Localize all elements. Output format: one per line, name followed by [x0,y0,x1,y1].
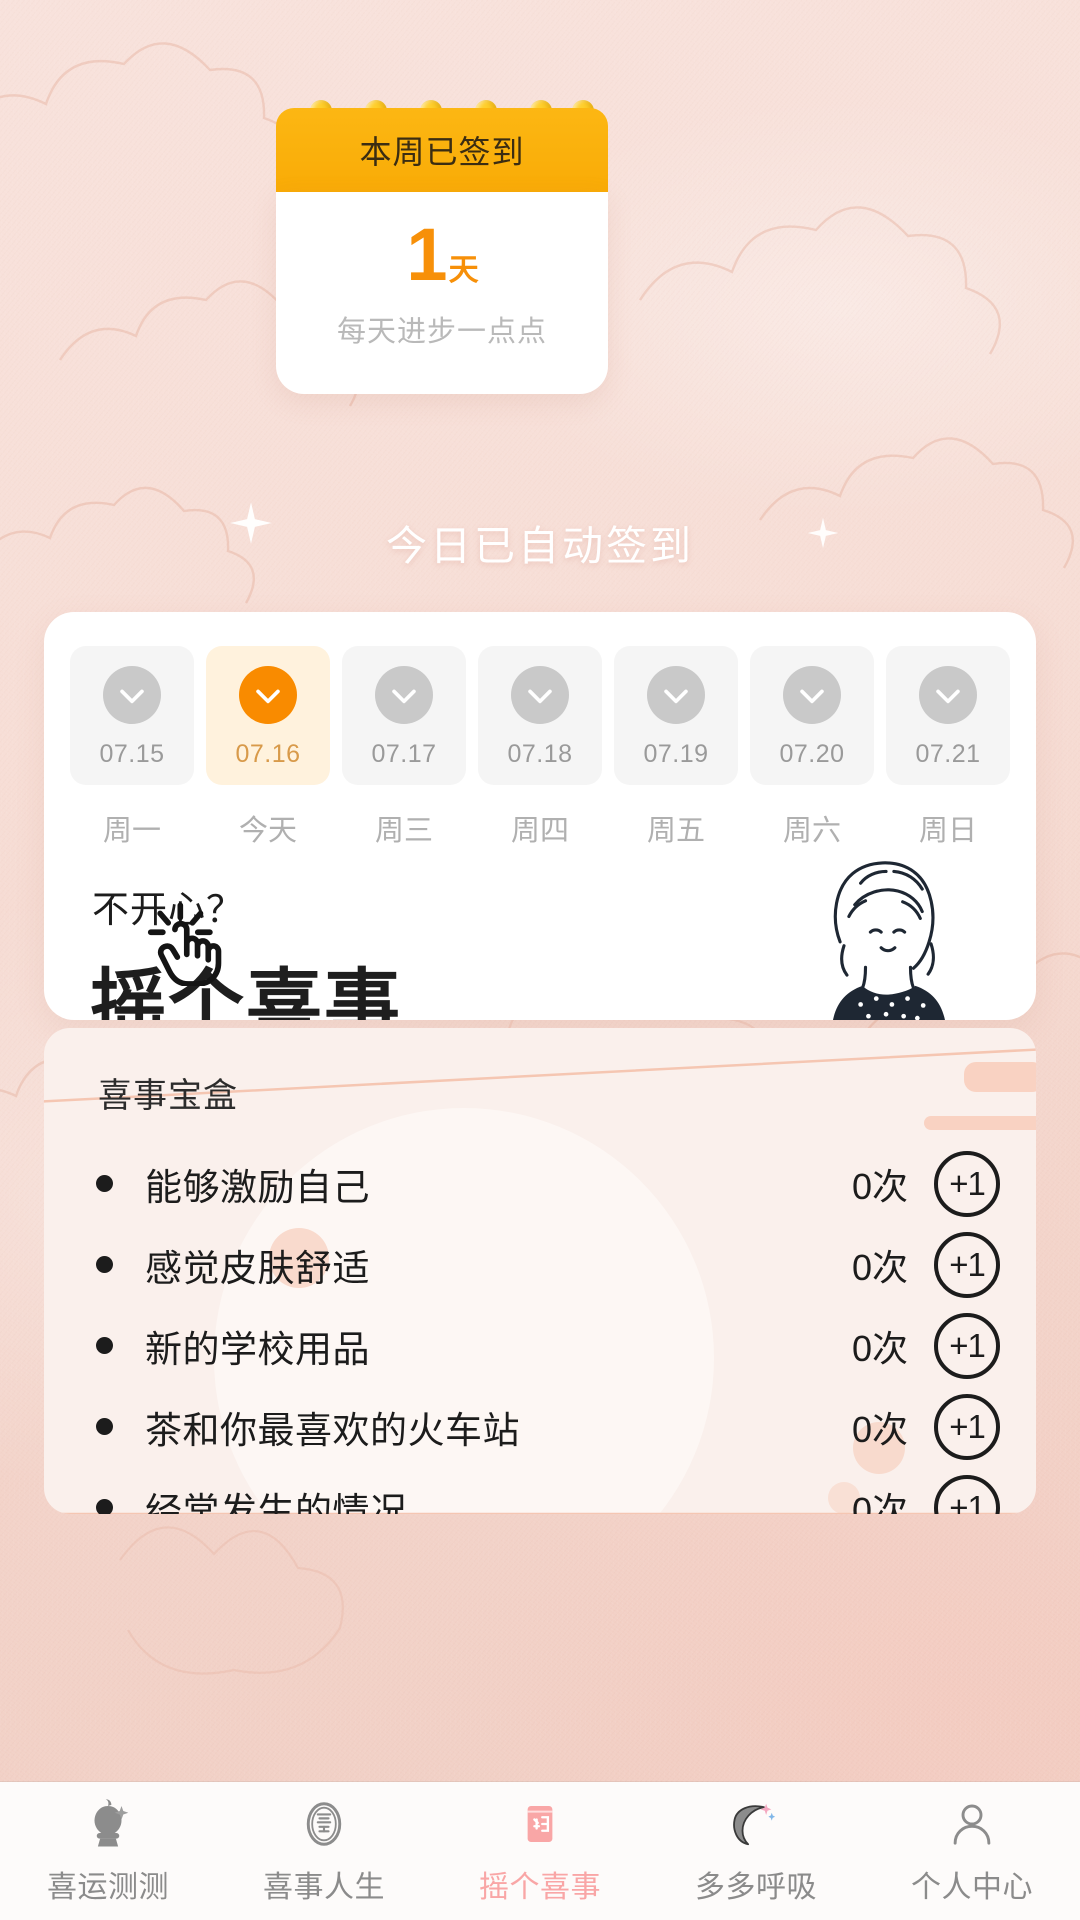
weekday-label: 周五 [646,815,705,847]
increment-button[interactable]: +1 [934,1312,1000,1379]
calendar-header-title: 本周已签到 [359,134,525,170]
bullet-icon [96,1337,113,1354]
weekday-labels-row: 周一 今天 周三 周四 周五 周六 周日 [70,807,1010,849]
day-cell[interactable]: 07.20 [750,646,874,785]
weekday-label: 周六 [782,815,841,847]
check-icon [103,666,161,724]
list-item[interactable]: 能够激励自己 0次 +1 [44,1143,1036,1224]
day-date-label: 07.21 [915,740,981,768]
check-icon [375,666,433,724]
signin-days-unit: 天 [448,254,479,287]
weekday-label-today: 今天 [238,815,297,847]
sparkle-icon-left [230,502,272,544]
check-icon [919,666,977,724]
signin-calendar-card: 本周已签到 1天 每天进步一点点 [276,100,608,395]
item-count: 0次 [851,1165,908,1207]
tap-hand-icon[interactable] [140,900,226,986]
bullet-icon [96,1175,113,1192]
auto-signin-text: 今日已自动签到 [386,523,694,569]
tab-label: 喜事人生 [263,1871,385,1904]
item-label: 经常发生的情况 [145,1490,408,1515]
check-icon [511,666,569,724]
red-envelope-icon [513,1796,567,1852]
bullet-icon [96,1499,113,1514]
sparkle-icon-right [807,517,839,549]
calendar-body: 1天 每天进步一点点 [276,192,608,395]
day-date-label: 07.20 [779,740,845,768]
tab-duoduo-huxi[interactable]: 多多呼吸 [648,1796,864,1906]
increment-button[interactable]: +1 [934,1474,1000,1514]
crystal-ball-icon [81,1796,135,1852]
day-cell[interactable]: 07.18 [478,646,602,785]
item-label: 新的学校用品 [145,1328,370,1370]
list-item[interactable]: 茶和你最喜欢的火车站 0次 +1 [44,1386,1036,1467]
tab-xiyun-cece[interactable]: 喜运测测 [0,1796,216,1906]
list-item[interactable]: 经常发生的情况 0次 +1 [44,1467,1036,1514]
day-date-label: 07.16 [235,740,301,768]
item-label: 感觉皮肤舒适 [145,1247,370,1289]
item-label: 茶和你最喜欢的火车站 [145,1409,520,1451]
day-date-label: 07.15 [99,740,165,768]
day-cell[interactable]: 07.19 [614,646,738,785]
calendar-header: 本周已签到 [276,108,608,192]
tab-label: 多多呼吸 [695,1871,817,1904]
week-days-row: 07.15 07.16 07.17 07.18 07.19 07.20 07.2… [70,646,1010,785]
increment-button[interactable]: +1 [934,1393,1000,1460]
day-cell-today[interactable]: 07.16 [206,646,330,785]
bottom-tab-bar: 喜运测测 喜事人生 摇个喜事 多多呼吸 个人中心 [0,1782,1080,1920]
item-label: 能够激励自己 [145,1166,370,1208]
day-cell[interactable]: 07.21 [886,646,1010,785]
day-cell[interactable]: 07.17 [342,646,466,785]
item-count: 0次 [851,1408,908,1450]
bullet-icon [96,1418,113,1435]
tab-label: 摇个喜事 [479,1871,601,1904]
auto-signin-banner: 今日已自动签到 [0,502,1080,572]
day-date-label: 07.18 [507,740,573,768]
day-date-label: 07.19 [643,740,709,768]
weekday-label: 周三 [374,815,433,847]
calendar-subtitle: 每天进步一点点 [336,316,547,349]
tab-label: 喜运测测 [47,1871,169,1904]
bullet-icon [96,1256,113,1273]
item-count: 0次 [851,1246,908,1288]
list-item[interactable]: 感觉皮肤舒适 0次 +1 [44,1224,1036,1305]
weekday-label: 周四 [510,815,569,847]
item-count: 0次 [851,1489,908,1515]
increment-button[interactable]: +1 [934,1231,1000,1298]
moon-icon [729,1796,783,1852]
item-count: 0次 [851,1327,908,1369]
girl-illustration [833,861,945,1020]
check-icon [647,666,705,724]
tab-personal-center[interactable]: 个人中心 [864,1796,1080,1906]
tab-label: 个人中心 [911,1871,1033,1904]
treasure-box-panel: 喜事宝盒 能够激励自己 0次 +1 感觉皮肤舒适 0次 +1 新的学校用品 0次… [44,1028,1036,1514]
tab-yaoge-xishi[interactable]: 摇个喜事 [432,1796,648,1906]
weekday-label: 周一 [102,815,161,847]
check-icon [239,666,297,724]
check-icon [783,666,841,724]
weekday-label: 周日 [918,815,977,847]
tab-xishi-rensheng[interactable]: 喜事人生 [216,1796,432,1906]
signin-days-count: 1天 [276,218,608,292]
treasure-box-list: 能够激励自己 0次 +1 感觉皮肤舒适 0次 +1 新的学校用品 0次 +1 茶… [44,1143,1036,1514]
person-icon [945,1796,999,1852]
xi-oval-icon [297,1796,351,1852]
day-cell[interactable]: 07.15 [70,646,194,785]
shake-main-card[interactable]: 07.15 07.16 07.17 07.18 07.19 07.20 07.2… [44,612,1036,1020]
signin-days-number: 1 [406,213,447,296]
list-item[interactable]: 新的学校用品 0次 +1 [44,1305,1036,1386]
treasure-box-title: 喜事宝盒 [98,1077,238,1115]
increment-button[interactable]: +1 [934,1150,1000,1217]
day-date-label: 07.17 [371,740,437,768]
